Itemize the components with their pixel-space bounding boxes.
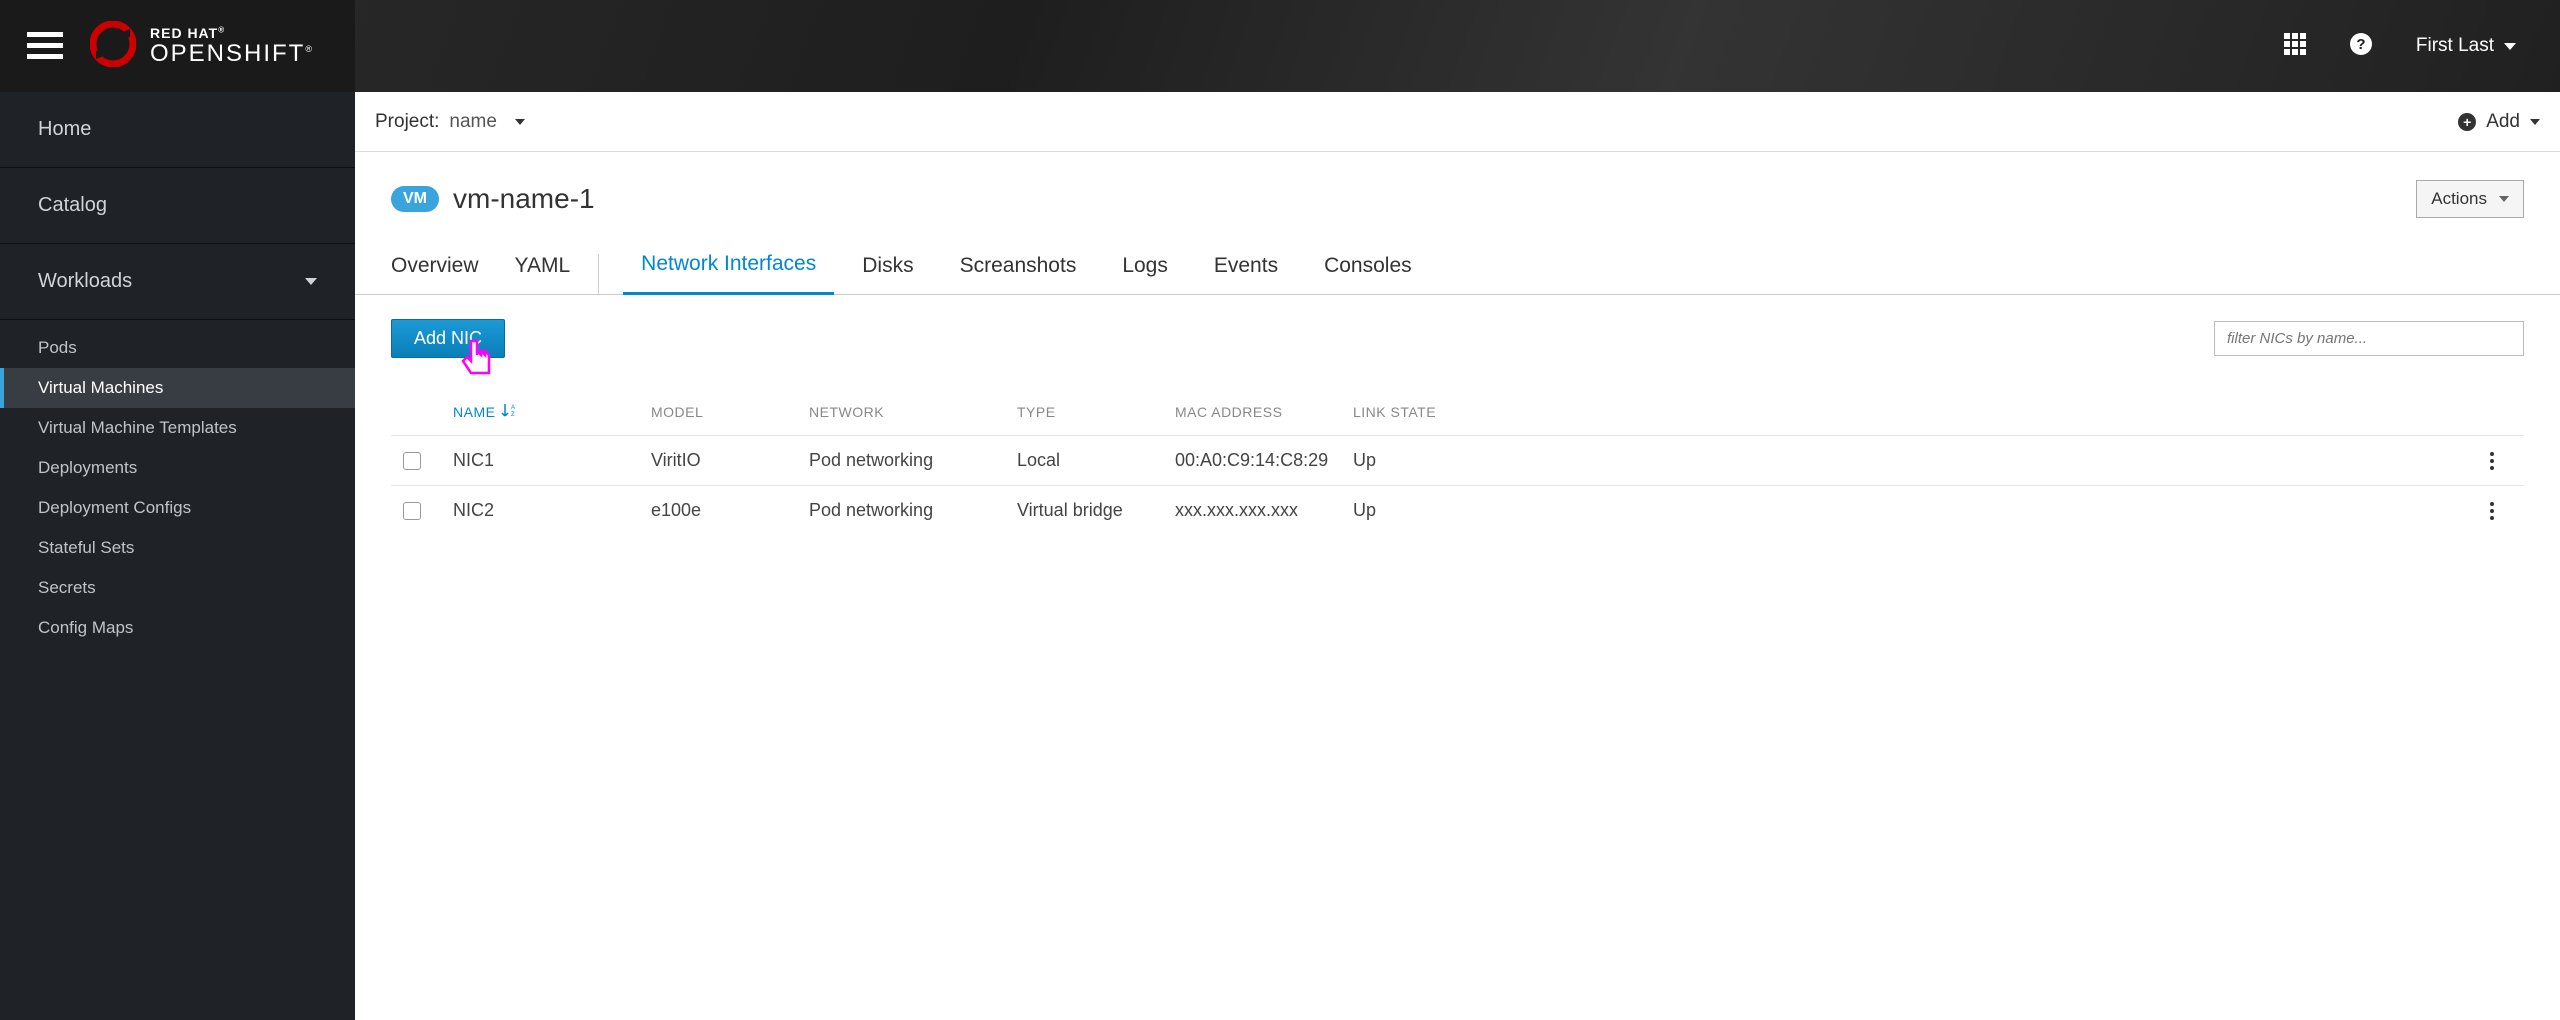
- topbar-background: [355, 0, 2560, 92]
- row-kebab-menu[interactable]: [2472, 502, 2512, 520]
- brand-logo[interactable]: RED HAT® OPENSHIFT®: [90, 21, 314, 72]
- sidebar-item-config-maps[interactable]: Config Maps: [0, 608, 355, 648]
- cell-link: Up: [1353, 450, 1491, 471]
- cell-model: e100e: [651, 500, 809, 521]
- row-kebab-menu[interactable]: [2472, 452, 2512, 470]
- add-nic-button[interactable]: Add NIC: [391, 319, 505, 358]
- page-title: vm-name-1: [453, 183, 595, 215]
- cell-network: Pod networking: [809, 450, 1017, 471]
- grid-icon: [2284, 33, 2306, 55]
- caret-down-icon: [2504, 43, 2516, 50]
- app-launcher-button[interactable]: [2284, 33, 2306, 60]
- nic-table: NAME AZ MODEL NETWORK TYPE MAC ADDRESS L…: [391, 402, 2524, 535]
- cell-link: Up: [1353, 500, 1491, 521]
- sort-icon: AZ: [501, 402, 517, 421]
- tab-consoles[interactable]: Consoles: [1306, 254, 1430, 294]
- user-name: First Last: [2416, 35, 2494, 57]
- user-menu[interactable]: First Last: [2416, 35, 2516, 57]
- tab-overview[interactable]: Overview: [391, 254, 497, 294]
- row-checkbox[interactable]: [403, 452, 421, 470]
- main-content: Project: name + Add VM vm-name-1 Actions…: [355, 92, 2560, 1020]
- tab-logs[interactable]: Logs: [1104, 254, 1186, 294]
- sidebar-item-secrets[interactable]: Secrets: [0, 568, 355, 608]
- caret-down-icon: [2499, 196, 2509, 202]
- cell-model: ViritIO: [651, 450, 809, 471]
- sidebar-item-home[interactable]: Home: [0, 92, 355, 168]
- tab-row: Overview YAML Network Interfaces Disks S…: [355, 218, 2560, 295]
- column-header-network[interactable]: NETWORK: [809, 404, 1017, 420]
- hamburger-menu-button[interactable]: [0, 32, 90, 60]
- cell-mac: xxx.xxx.xxx.xxx: [1175, 500, 1353, 521]
- svg-text:A: A: [511, 405, 516, 411]
- column-header-type[interactable]: TYPE: [1017, 404, 1175, 420]
- brand-text: RED HAT® OPENSHIFT®: [150, 26, 314, 66]
- sidebar-item-deployment-configs[interactable]: Deployment Configs: [0, 488, 355, 528]
- openshift-logo-icon: [90, 21, 136, 72]
- project-label: Project:: [375, 111, 439, 133]
- vm-badge: VM: [391, 186, 439, 212]
- tab-events[interactable]: Events: [1196, 254, 1296, 294]
- row-checkbox[interactable]: [403, 502, 421, 520]
- toolbar: Add NIC: [391, 319, 2524, 358]
- cell-network: Pod networking: [809, 500, 1017, 521]
- sidebar-item-label: Workloads: [38, 270, 132, 293]
- tab-yaml[interactable]: YAML: [497, 254, 600, 294]
- top-bar: RED HAT® OPENSHIFT® ? First Last: [0, 0, 2560, 92]
- hamburger-icon: [27, 32, 63, 60]
- caret-down-icon: [515, 119, 525, 125]
- caret-down-icon: [2530, 119, 2540, 125]
- sidebar-item-stateful-sets[interactable]: Stateful Sets: [0, 528, 355, 568]
- table-header: NAME AZ MODEL NETWORK TYPE MAC ADDRESS L…: [391, 402, 2524, 435]
- actions-label: Actions: [2431, 189, 2487, 209]
- add-button[interactable]: + Add: [2458, 111, 2540, 133]
- table-row: NIC1 ViritIO Pod networking Local 00:A0:…: [391, 435, 2524, 485]
- column-header-link[interactable]: LINK STATE: [1353, 404, 1491, 420]
- add-label: Add: [2486, 111, 2520, 133]
- table-row: NIC2 e100e Pod networking Virtual bridge…: [391, 485, 2524, 535]
- project-name: name: [449, 111, 497, 133]
- tab-disks[interactable]: Disks: [844, 254, 931, 294]
- sidebar: Home Catalog Workloads Pods Virtual Mach…: [0, 92, 355, 1020]
- sidebar-item-deployments[interactable]: Deployments: [0, 448, 355, 488]
- project-selector[interactable]: name: [449, 111, 525, 133]
- column-header-name[interactable]: NAME AZ: [453, 402, 651, 421]
- cell-name: NIC1: [453, 450, 651, 471]
- cell-type: Virtual bridge: [1017, 500, 1175, 521]
- svg-text:?: ?: [2356, 36, 2365, 53]
- page-header: VM vm-name-1 Actions: [355, 152, 2560, 218]
- sidebar-item-vm-templates[interactable]: Virtual Machine Templates: [0, 408, 355, 448]
- sidebar-item-workloads[interactable]: Workloads: [0, 244, 355, 320]
- svg-text:Z: Z: [511, 412, 515, 418]
- tab-screenshots[interactable]: Screanshots: [942, 254, 1095, 294]
- filter-input[interactable]: [2214, 321, 2524, 356]
- chevron-down-icon: [305, 278, 317, 285]
- actions-button[interactable]: Actions: [2416, 180, 2524, 218]
- column-header-model[interactable]: MODEL: [651, 404, 809, 420]
- plus-circle-icon: +: [2458, 113, 2476, 131]
- cell-name: NIC2: [453, 500, 651, 521]
- sidebar-item-virtual-machines[interactable]: Virtual Machines: [0, 368, 355, 408]
- cell-mac: 00:A0:C9:14:C8:29: [1175, 450, 1353, 471]
- cell-type: Local: [1017, 450, 1175, 471]
- column-header-mac[interactable]: MAC ADDRESS: [1175, 404, 1353, 420]
- sidebar-item-catalog[interactable]: Catalog: [0, 168, 355, 244]
- tab-network-interfaces[interactable]: Network Interfaces: [623, 252, 834, 295]
- help-icon: ?: [2350, 33, 2372, 55]
- sidebar-item-pods[interactable]: Pods: [0, 320, 355, 368]
- project-bar: Project: name + Add: [355, 92, 2560, 152]
- help-button[interactable]: ?: [2350, 33, 2372, 60]
